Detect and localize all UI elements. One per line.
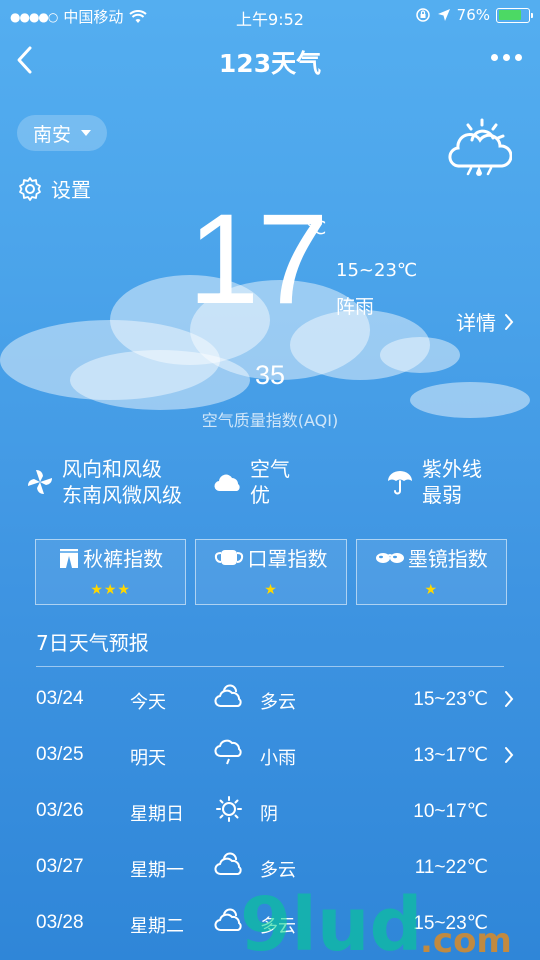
current-temperature: 17 xyxy=(188,188,328,331)
settings-label: 设置 xyxy=(51,178,91,202)
caret-down-icon xyxy=(81,130,91,136)
cloud-icon xyxy=(214,474,240,492)
forecast-day: 明天 xyxy=(130,748,166,769)
battery-percent: 76% xyxy=(456,6,490,24)
forecast-range: 15~23℃ xyxy=(413,689,488,710)
index-card-pants[interactable]: 秋裤指数 ★★★ xyxy=(35,539,187,605)
index-stars: ★ xyxy=(264,582,278,598)
uv-value: 最弱 xyxy=(422,483,462,507)
forecast-condition: 多云 xyxy=(260,692,296,713)
forecast-date: 03/24 xyxy=(36,688,84,709)
pants-icon xyxy=(60,548,79,568)
index-stars: ★ xyxy=(424,582,439,598)
forecast-date: 03/27 xyxy=(36,856,84,877)
cloudy-icon xyxy=(214,852,242,875)
status-bar: ●●●●○ 中国移动 上午9:52 76% xyxy=(0,0,540,30)
forecast-condition: 阴 xyxy=(260,804,278,825)
uv-info: 紫外线 最弱 xyxy=(386,456,482,508)
air-value: 优 xyxy=(250,483,270,507)
index-label: 墨镜指数 xyxy=(407,547,488,571)
wind-title: 风向和风级 xyxy=(62,457,162,481)
more-options-icon[interactable] xyxy=(491,54,522,61)
nav-bar: 123天气 xyxy=(0,30,540,90)
temperature-unit: ℃ xyxy=(306,218,327,239)
forecast-condition: 多云 xyxy=(260,860,296,881)
index-card-sunglasses[interactable]: 墨镜指数 ★ xyxy=(355,539,507,605)
chevron-right-icon xyxy=(505,313,514,330)
wind-value: 东南风微风级 xyxy=(62,483,182,507)
forecast-row[interactable]: 03/24 今天 多云 15~23℃ xyxy=(0,680,540,720)
battery-icon xyxy=(496,7,533,23)
location-arrow-icon xyxy=(437,9,450,21)
gear-icon xyxy=(19,176,41,201)
forecast-row[interactable]: 03/26 星期日 阴 10~17℃ xyxy=(0,792,540,832)
forecast-day: 星期一 xyxy=(130,860,184,881)
aqi-label: 空气质量指数(AQI) xyxy=(201,411,339,430)
wind-info: 风向和风级 东南风微风级 xyxy=(26,456,182,508)
forecast-day: 今天 xyxy=(130,692,166,713)
forecast-range: 13~17℃ xyxy=(413,745,488,766)
detail-link[interactable]: 详情 xyxy=(456,307,514,336)
weather-info-row: 风向和风级 东南风微风级 空气 优 紫外线 最弱 xyxy=(0,456,540,512)
forecast-title: 7日天气预报 xyxy=(36,631,149,655)
mask-icon xyxy=(215,549,244,565)
sunglasses-icon xyxy=(375,552,404,563)
index-label: 口罩指数 xyxy=(247,547,328,571)
uv-title: 紫外线 xyxy=(422,457,482,481)
forecast-day: 星期日 xyxy=(130,804,184,825)
forecast-date: 03/26 xyxy=(36,800,84,821)
chevron-right-icon xyxy=(505,747,514,763)
shower-weather-icon xyxy=(448,118,512,176)
settings-button[interactable]: 设置 xyxy=(17,174,91,203)
overcast-icon xyxy=(216,796,242,822)
index-stars: ★★★ xyxy=(90,582,131,598)
forecast-range: 10~17℃ xyxy=(413,801,488,822)
forecast-condition: 小雨 xyxy=(260,748,296,769)
air-info: 空气 优 xyxy=(214,456,290,508)
watermark-logo: 9lud .com xyxy=(240,888,512,958)
index-label: 秋裤指数 xyxy=(83,547,164,571)
city-selector[interactable]: 南安 xyxy=(17,115,107,151)
light-rain-icon xyxy=(214,739,242,765)
page-title: 123天气 xyxy=(218,49,322,78)
chevron-right-icon xyxy=(505,691,514,707)
life-indices: 秋裤指数 ★★★ 口罩指数 ★ 墨镜指数 ★ xyxy=(35,539,507,605)
current-condition: 阵雨 xyxy=(336,296,375,318)
forecast-row[interactable]: 03/27 星期一 多云 11~22℃ xyxy=(0,848,540,888)
divider xyxy=(36,666,504,667)
windmill-icon xyxy=(28,470,52,494)
detail-label: 详情 xyxy=(456,311,496,335)
today-temp-range: 15~23℃ xyxy=(336,260,418,281)
watermark-domain-text: .com xyxy=(420,921,512,958)
forecast-range: 11~22℃ xyxy=(414,857,488,878)
umbrella-icon xyxy=(388,471,412,495)
forecast-row[interactable]: 03/25 明天 小雨 13~17℃ xyxy=(0,736,540,776)
forecast-date: 03/28 xyxy=(36,912,84,933)
forecast-date: 03/25 xyxy=(36,744,84,765)
aqi-value: 35 xyxy=(254,360,286,390)
city-name: 南安 xyxy=(32,123,71,146)
air-title: 空气 xyxy=(250,457,290,481)
rotation-lock-icon xyxy=(415,8,430,22)
forecast-day: 星期二 xyxy=(130,916,184,937)
watermark-logo-text: 9lud xyxy=(240,888,423,958)
cloudy-icon xyxy=(214,684,242,707)
index-card-mask[interactable]: 口罩指数 ★ xyxy=(195,539,347,605)
